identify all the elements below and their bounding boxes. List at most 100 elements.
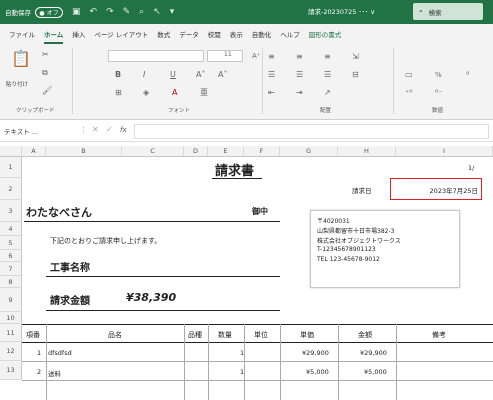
- th-type: 品種: [188, 331, 202, 339]
- col-header-b[interactable]: B: [46, 146, 122, 157]
- row-header-2[interactable]: 2: [0, 178, 22, 200]
- name-box[interactable]: テキスト ...: [4, 126, 74, 138]
- save-icon[interactable]: ▣: [72, 7, 81, 17]
- increase-decimal-icon[interactable]: ⁺⁰: [405, 88, 412, 98]
- fx-icon[interactable]: fx: [120, 126, 127, 134]
- row-header-1[interactable]: 1: [0, 157, 22, 178]
- tab-home[interactable]: ホーム: [44, 29, 64, 44]
- borders-icon[interactable]: ⊞: [115, 88, 122, 98]
- cancel-icon[interactable]: ✕: [92, 125, 99, 134]
- tab-review[interactable]: 校閲: [208, 29, 221, 39]
- row-header-3[interactable]: 3: [0, 200, 22, 222]
- shrink-font-icon[interactable]: A˅: [218, 70, 227, 80]
- increase-font-icon[interactable]: A⁺: [252, 51, 260, 61]
- row1-no: 1: [37, 349, 42, 357]
- decrease-decimal-icon[interactable]: ⁰⁻: [435, 88, 442, 98]
- currency-icon[interactable]: ▭: [405, 70, 413, 80]
- row-header-9[interactable]: 9: [0, 288, 22, 312]
- increase-indent-icon[interactable]: ⇥: [296, 88, 303, 98]
- row-header-11[interactable]: 11: [0, 324, 22, 342]
- row-header-4[interactable]: 4: [0, 222, 22, 236]
- tab-page-layout[interactable]: ページ レイアウト: [94, 29, 148, 39]
- sender-textbox[interactable]: 〒4020031 山梨県都留市十日市場382-3 株式会社オブジェクトワークス …: [310, 210, 460, 288]
- row-header-5[interactable]: 5: [0, 236, 22, 250]
- format-painter-icon-2[interactable]: 🖌: [42, 86, 52, 96]
- merge-icon[interactable]: ⊟: [352, 70, 359, 80]
- redo-icon[interactable]: ↷: [106, 7, 114, 17]
- fill-color-icon[interactable]: ◈: [143, 88, 149, 98]
- search-box[interactable]: ⌕ 検索: [413, 3, 483, 20]
- row1-unit-price: ¥29,900: [302, 349, 329, 357]
- col-header-e[interactable]: E: [208, 146, 244, 157]
- invoice-title: 請求書: [215, 164, 255, 179]
- underline-icon[interactable]: U: [170, 70, 176, 80]
- bold-icon[interactable]: B: [115, 70, 121, 80]
- tab-help[interactable]: ヘルプ: [280, 29, 300, 39]
- font-color-icon[interactable]: A: [172, 88, 177, 98]
- enter-icon[interactable]: ✓: [106, 125, 113, 134]
- orientation-icon[interactable]: ↗: [324, 88, 331, 98]
- autosave-label: 自動保存: [5, 9, 31, 17]
- table-row-border-2: [22, 380, 493, 381]
- row-header-6[interactable]: 6: [0, 250, 22, 262]
- row-header-12[interactable]: 12: [0, 342, 22, 361]
- tab-insert[interactable]: 挿入: [72, 29, 85, 39]
- align-bottom-icon[interactable]: ≡: [324, 52, 331, 62]
- italic-icon[interactable]: I: [143, 70, 145, 80]
- comma-style-icon[interactable]: ⁹: [466, 70, 469, 80]
- wrap-text-icon[interactable]: ⇲: [352, 52, 359, 62]
- align-left-icon[interactable]: ☰: [268, 70, 275, 80]
- row-header-10[interactable]: 10: [0, 312, 22, 324]
- tab-file[interactable]: ファイル: [9, 29, 35, 39]
- decrease-indent-icon[interactable]: ⇤: [268, 88, 275, 98]
- project-label: 工事名称: [50, 263, 90, 274]
- group-alignment-label: 配置: [320, 108, 332, 114]
- autosave-toggle[interactable]: ● オフ: [35, 6, 63, 18]
- col-header-h[interactable]: H: [338, 146, 396, 157]
- col-header-c[interactable]: C: [122, 146, 184, 157]
- search-icon: ⌕: [419, 7, 423, 15]
- grow-font-icon[interactable]: A˄: [196, 70, 205, 80]
- font-name-select[interactable]: [108, 50, 204, 62]
- tab-view[interactable]: 表示: [230, 29, 243, 39]
- selected-cell-date[interactable]: 2023年7月25日: [390, 178, 482, 200]
- invoice-date: 2023年7月25日: [429, 187, 478, 195]
- align-top-icon[interactable]: ≡: [268, 52, 275, 62]
- recipient-name: わたなべさん: [26, 206, 92, 219]
- col-header-g[interactable]: G: [280, 146, 338, 157]
- tab-shape-format[interactable]: 図形の書式: [309, 29, 342, 39]
- search-qa-icon[interactable]: ⌕: [139, 7, 144, 17]
- row-header-13[interactable]: 13: [0, 361, 22, 380]
- cut-icon[interactable]: ✂: [42, 50, 49, 60]
- tab-automate[interactable]: 自動化: [252, 29, 272, 39]
- tab-data[interactable]: データ: [179, 29, 199, 39]
- align-middle-icon[interactable]: ≡: [296, 52, 303, 62]
- file-name[interactable]: 請求-20230725 ･･･ ∨: [308, 6, 375, 16]
- customize-icon[interactable]: ▾: [170, 7, 175, 17]
- col-header-a[interactable]: A: [22, 146, 46, 157]
- undo-icon[interactable]: ↶: [90, 7, 98, 17]
- sender-tel: TEL 123-45678-9012: [317, 256, 380, 263]
- sender-registration: T-12345678901123: [317, 246, 376, 253]
- col-header-i[interactable]: I: [396, 146, 493, 157]
- sender-address: 山梨県都留市十日市場382-3: [317, 228, 395, 235]
- row-header-7[interactable]: 7: [0, 262, 22, 276]
- format-painter-icon[interactable]: ✎: [123, 7, 131, 17]
- phonetic-icon[interactable]: 亜: [200, 88, 208, 98]
- select-all-corner[interactable]: [0, 146, 22, 157]
- col-header-d[interactable]: D: [184, 146, 208, 157]
- align-center-icon[interactable]: ☰: [296, 70, 303, 80]
- align-right-icon[interactable]: ☰: [324, 70, 331, 80]
- font-size-select[interactable]: 11: [207, 50, 243, 62]
- row-header-8[interactable]: 8: [0, 276, 22, 288]
- pointer-icon[interactable]: ↖: [153, 7, 161, 17]
- percent-icon[interactable]: %: [435, 71, 442, 79]
- row1-qty: 1: [240, 349, 245, 357]
- copy-icon[interactable]: ⧉: [42, 68, 48, 78]
- formula-input[interactable]: [134, 124, 489, 139]
- clipboard-icon[interactable]: 📋: [11, 50, 31, 68]
- th-unit: 単位: [254, 331, 268, 339]
- tab-formulas[interactable]: 数式: [157, 29, 170, 39]
- col-header-f[interactable]: F: [244, 146, 280, 157]
- th-amount: 金額: [358, 331, 372, 339]
